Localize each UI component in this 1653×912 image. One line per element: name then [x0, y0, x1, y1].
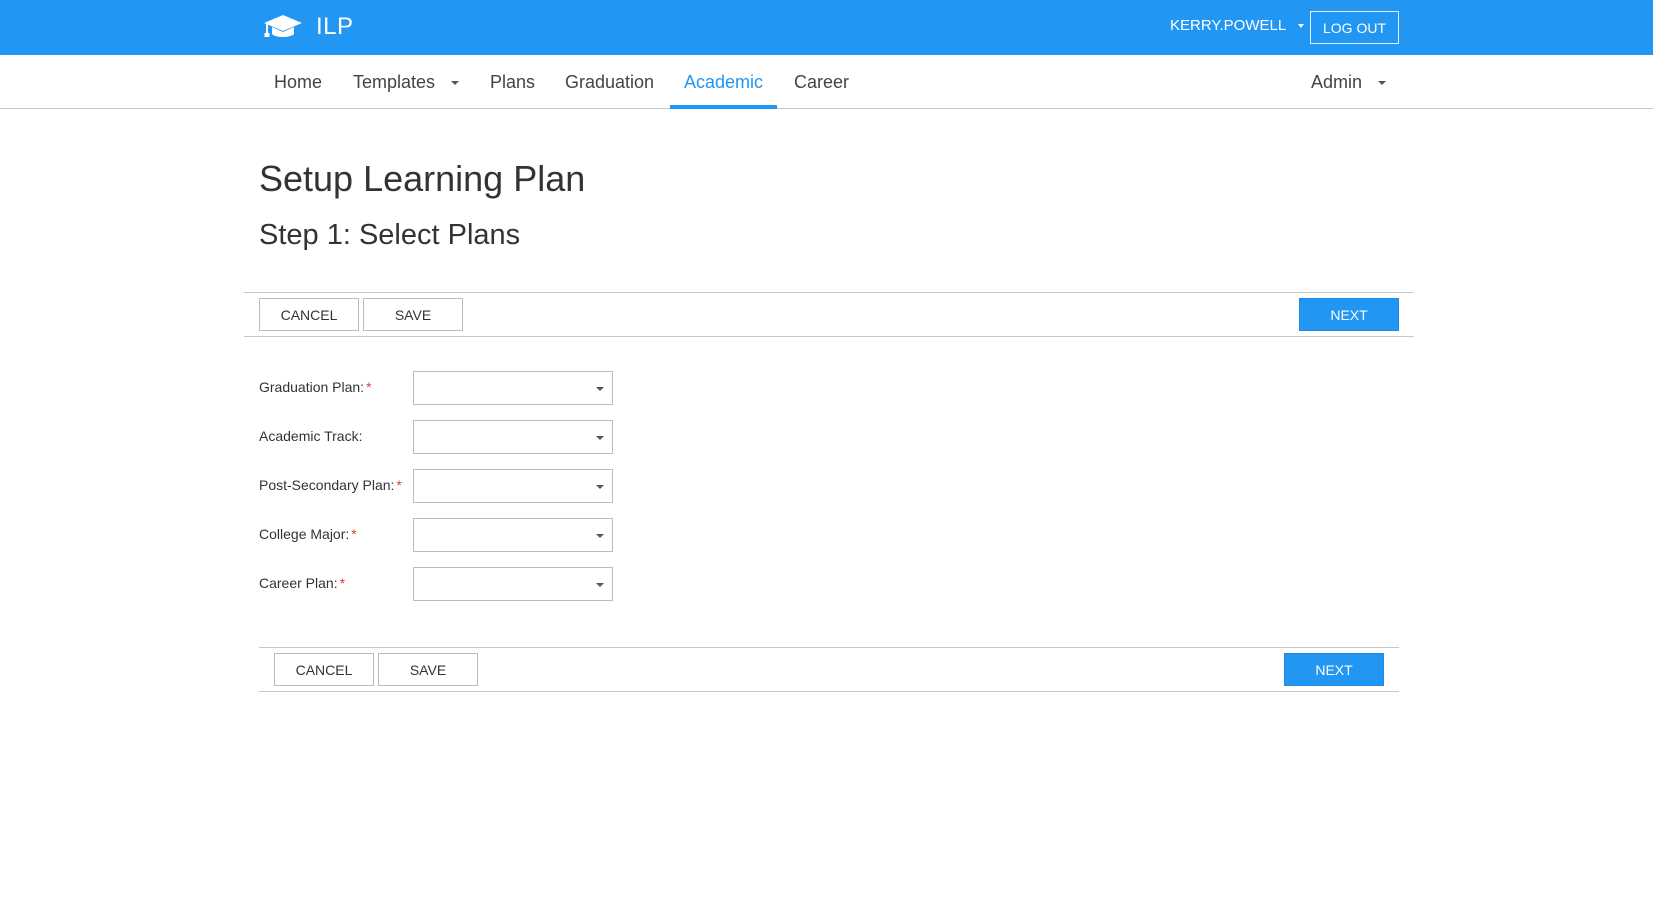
nav-item-home[interactable]: Home — [260, 55, 336, 109]
nav-item-admin[interactable]: Admin — [1297, 55, 1400, 109]
chevron-down-icon — [596, 485, 604, 489]
top-bar: ILP KERRY.POWELL LOG OUT — [0, 0, 1653, 55]
nav-item-label: Home — [274, 71, 323, 92]
username: KERRY.POWELL — [1170, 17, 1287, 34]
required-marker: * — [366, 379, 372, 395]
step-title: Step 1: Select Plans — [259, 219, 521, 251]
save-button[interactable]: SAVE — [378, 653, 478, 686]
logout-button[interactable]: LOG OUT — [1310, 11, 1399, 44]
required-marker: * — [396, 477, 402, 493]
required-marker: * — [339, 575, 346, 591]
app-title: ILP — [316, 13, 354, 40]
chevron-down-icon — [1378, 81, 1387, 85]
brand[interactable]: ILP — [262, 10, 354, 44]
post-secondary-plan-select[interactable] — [413, 469, 613, 503]
nav-item-label: Admin — [1311, 71, 1363, 92]
nav-item-templates[interactable]: Templates — [339, 55, 473, 109]
graduation-plan-select[interactable] — [413, 371, 613, 405]
graduation-plan-label: Graduation Plan: * — [259, 379, 372, 395]
chevron-down-icon — [451, 81, 460, 85]
post-secondary-plan-label: Post-Secondary Plan: * — [259, 477, 402, 493]
chevron-down-icon — [1298, 24, 1305, 28]
page-title: Setup Learning Plan — [259, 158, 586, 199]
chevron-down-icon — [596, 583, 604, 587]
career-plan-label: Career Plan: * — [259, 575, 346, 591]
chevron-down-icon — [596, 436, 604, 440]
bottom-action-bar: CANCEL SAVE NEXT — [259, 647, 1399, 692]
nav-item-label: Plans — [490, 71, 536, 92]
nav-item-label: Templates — [353, 71, 436, 92]
college-major-label: College Major: * — [259, 526, 357, 542]
nav-item-label: Academic — [684, 71, 764, 92]
nav-item-academic[interactable]: Academic — [670, 55, 778, 109]
next-button[interactable]: NEXT — [1299, 298, 1399, 331]
top-action-bar: CANCEL SAVE NEXT — [244, 292, 1414, 337]
next-button[interactable]: NEXT — [1284, 653, 1384, 686]
academic-track-select[interactable] — [413, 420, 613, 454]
graduation-cap-icon — [264, 15, 302, 37]
required-marker: * — [351, 526, 357, 542]
nav-item-graduation[interactable]: Graduation — [551, 55, 668, 109]
nav-item-label: Graduation — [565, 71, 655, 92]
chevron-down-icon — [596, 534, 604, 538]
user-menu[interactable]: KERRY.POWELL — [1170, 17, 1305, 34]
save-button[interactable]: SAVE — [363, 298, 463, 331]
cancel-button[interactable]: CANCEL — [259, 298, 359, 331]
main-nav: Home Templates Plans Graduation Academic… — [0, 55, 1653, 109]
nav-item-label: Career — [794, 71, 850, 92]
academic-track-label: Academic Track: — [259, 428, 363, 444]
chevron-down-icon — [596, 387, 604, 391]
cancel-button[interactable]: CANCEL — [274, 653, 374, 686]
nav-item-plans[interactable]: Plans — [476, 55, 549, 109]
college-major-select[interactable] — [413, 518, 613, 552]
nav-item-career[interactable]: Career — [780, 55, 863, 109]
career-plan-select[interactable] — [413, 567, 613, 601]
